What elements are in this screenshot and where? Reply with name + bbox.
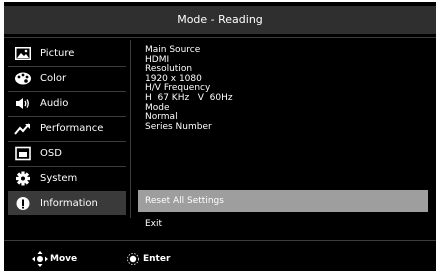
osd-window-icon xyxy=(15,146,31,161)
sidebar-item-performance[interactable]: Performance xyxy=(8,117,126,140)
sidebar-item-label: Audio xyxy=(40,98,69,109)
move-label: Move xyxy=(50,254,78,264)
information-panel: Main Source HDMI Resolution 1920 x 1080 … xyxy=(145,45,233,132)
sidebar-item-osd[interactable]: OSD xyxy=(8,142,126,165)
osd-title: Mode - Reading xyxy=(177,13,263,26)
sidebar-item-label: Picture xyxy=(40,48,75,59)
divider xyxy=(4,240,436,241)
sidebar-item-label: System xyxy=(40,173,78,184)
monitor-osd: Mode - Reading Picture Color Audio Perfo… xyxy=(0,0,440,273)
divider xyxy=(130,40,131,218)
exit-button[interactable]: Exit xyxy=(138,213,428,235)
picture-icon xyxy=(15,47,31,60)
osd-header: Mode - Reading xyxy=(4,6,436,34)
info-icon xyxy=(16,197,30,210)
sidebar-item-system[interactable]: System xyxy=(8,167,126,190)
divider xyxy=(4,37,436,38)
sidebar-item-label: Performance xyxy=(40,123,104,134)
palette-icon xyxy=(15,72,31,85)
sidebar-item-color[interactable]: Color xyxy=(8,67,126,90)
sidebar-item-label: Information xyxy=(40,198,98,209)
sidebar-item-picture[interactable]: Picture xyxy=(8,42,126,65)
trend-arrow-icon xyxy=(14,123,30,135)
sidebar-item-audio[interactable]: Audio xyxy=(8,92,126,115)
option-label: Reset All Settings xyxy=(145,196,224,206)
osd-footer: Move Enter xyxy=(4,247,436,271)
sidebar-item-label: OSD xyxy=(40,148,62,159)
option-label: Exit xyxy=(145,219,163,229)
gear-icon xyxy=(16,171,30,186)
joystick-move-icon xyxy=(32,251,48,267)
speaker-icon xyxy=(16,98,29,109)
joystick-enter-icon xyxy=(127,253,139,265)
info-label-series-number: Series Number xyxy=(145,121,212,132)
sidebar-menu: Picture Color Audio Performance OSD Syst… xyxy=(4,40,130,218)
sidebar-item-information[interactable]: Information xyxy=(8,192,126,215)
enter-label: Enter xyxy=(143,254,171,264)
reset-all-settings-button[interactable]: Reset All Settings xyxy=(138,190,428,212)
sidebar-item-label: Color xyxy=(40,73,67,84)
osd-frame: Mode - Reading Picture Color Audio Perfo… xyxy=(4,2,436,271)
